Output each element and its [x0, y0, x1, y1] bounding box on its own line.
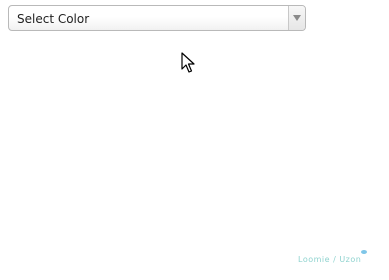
color-select-value: Select Color — [17, 12, 90, 26]
watermark-text: Loomie / Uzon — [298, 255, 362, 264]
watermark: Loomie / Uzon — [298, 250, 374, 268]
watermark-dot-icon — [361, 250, 367, 254]
color-select-toggle[interactable] — [288, 6, 305, 30]
color-select[interactable]: Select Color — [8, 5, 306, 31]
triangle-down-icon — [293, 15, 301, 21]
page-canvas: Select Color Loomie / Uzon — [0, 0, 389, 280]
mouse-cursor-icon — [181, 52, 195, 73]
